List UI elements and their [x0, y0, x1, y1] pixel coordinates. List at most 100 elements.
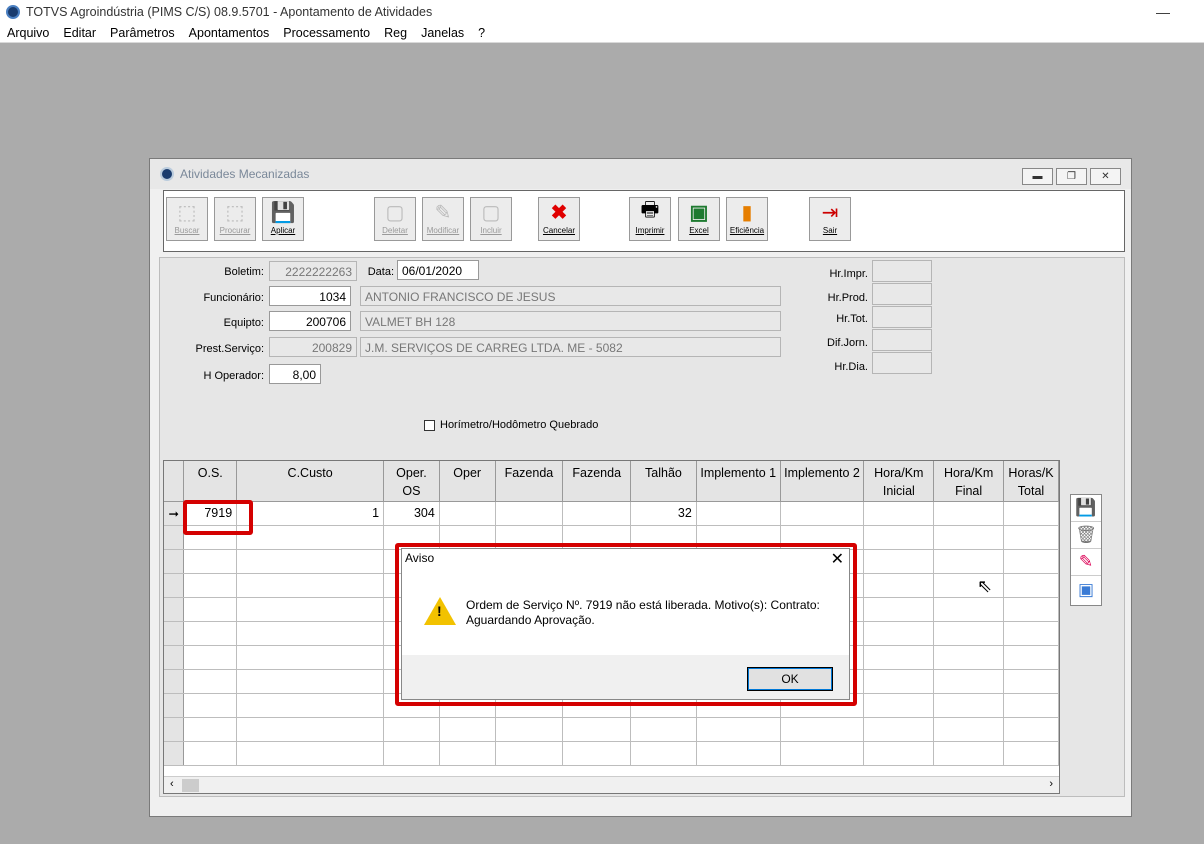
col-fazenda-1[interactable]: Fazenda: [495, 461, 564, 502]
grid-cell[interactable]: [863, 621, 935, 646]
grid-cell[interactable]: [236, 597, 385, 622]
grid-cell[interactable]: [183, 597, 238, 622]
grid-cell[interactable]: [1003, 525, 1059, 550]
col-hora-km-inicial[interactable]: Hora/Km Inicial: [863, 461, 935, 502]
grid-cell[interactable]: [236, 549, 385, 574]
scroll-right-icon[interactable]: ›: [1049, 778, 1053, 790]
grid-cell[interactable]: [439, 717, 496, 742]
grid-cell[interactable]: [439, 741, 496, 766]
grid-cell[interactable]: [183, 645, 238, 670]
grid-cell[interactable]: [495, 717, 564, 742]
grid-cell[interactable]: [1003, 669, 1059, 694]
grid-cell[interactable]: [696, 717, 781, 742]
menu-arquivo[interactable]: Arquivo: [7, 26, 49, 40]
imprimir-button[interactable]: 🖶 Imprimir: [629, 197, 671, 241]
grid-cell[interactable]: [236, 645, 385, 670]
col-talhao[interactable]: Talhão: [630, 461, 697, 502]
excel-button[interactable]: ▣ Excel: [678, 197, 720, 241]
grid-cell[interactable]: [863, 597, 935, 622]
grid-cell[interactable]: [933, 741, 1004, 766]
window-close-button[interactable]: ✕: [1090, 168, 1121, 185]
deletar-button[interactable]: ▢ Deletar: [374, 197, 416, 241]
eficiencia-button[interactable]: ▮ Eficiência: [726, 197, 768, 241]
grid-cell[interactable]: [863, 573, 935, 598]
window-minimize-button[interactable]: ▬: [1022, 168, 1053, 185]
grid-cell[interactable]: [863, 669, 935, 694]
grid-cell[interactable]: [933, 693, 1004, 718]
sair-button[interactable]: ⇥ Sair: [809, 197, 851, 241]
grid-clear-button[interactable]: ✎: [1071, 549, 1101, 576]
implemento-cell[interactable]: [780, 501, 865, 526]
grid-cell[interactable]: [933, 717, 1004, 742]
cancelar-button[interactable]: ✖ Cancelar: [538, 197, 580, 241]
grid-cell[interactable]: [1003, 645, 1059, 670]
col-hora-km-final[interactable]: Hora/Km Final: [933, 461, 1004, 502]
horimetro-checkbox[interactable]: Horímetro/Hodômetro Quebrado: [424, 419, 598, 431]
grid-cell[interactable]: [780, 717, 865, 742]
grid-cell[interactable]: [236, 525, 385, 550]
hora-km-cell[interactable]: [863, 501, 935, 526]
col-oper[interactable]: Oper: [439, 461, 496, 502]
horizontal-scrollbar[interactable]: ‹ ›: [164, 776, 1059, 793]
grid-cell[interactable]: [383, 717, 440, 742]
col-oper-os[interactable]: Oper. OS: [383, 461, 440, 502]
grid-cell[interactable]: [183, 669, 238, 694]
grid-cell[interactable]: [236, 669, 385, 694]
grid-cell[interactable]: [236, 573, 385, 598]
boletim-field[interactable]: 2222222263: [269, 261, 357, 281]
grid-cell[interactable]: [183, 693, 238, 718]
grid-cell[interactable]: [630, 741, 697, 766]
dialog-close-icon[interactable]: ✕: [831, 549, 844, 569]
grid-cell[interactable]: [1003, 573, 1059, 598]
menu-apontamentos[interactable]: Apontamentos: [189, 26, 270, 40]
funcionario-code-field[interactable]: 1034: [269, 286, 351, 306]
col-os[interactable]: O.S.: [183, 461, 238, 502]
ok-button[interactable]: OK: [747, 667, 833, 691]
col-horas-total[interactable]: Horas/K Total: [1003, 461, 1059, 502]
window-restore-button[interactable]: ❐: [1056, 168, 1087, 185]
col-fazenda-2[interactable]: Fazenda: [562, 461, 632, 502]
grid-cell[interactable]: [183, 741, 238, 766]
grid-cell[interactable]: [933, 621, 1004, 646]
implemento-cell[interactable]: [696, 501, 781, 526]
grid-cell[interactable]: [863, 645, 935, 670]
grid-cell[interactable]: [562, 741, 632, 766]
horas-total-cell[interactable]: [1003, 501, 1059, 526]
menu-help[interactable]: ?: [478, 26, 485, 40]
grid-new-button[interactable]: ▣: [1071, 576, 1101, 603]
menu-reg[interactable]: Reg: [384, 26, 407, 40]
grid-cell[interactable]: [863, 741, 935, 766]
grid-cell[interactable]: [933, 597, 1004, 622]
minimize-icon[interactable]: —: [1156, 4, 1170, 20]
aplicar-button[interactable]: 💾 Aplicar: [262, 197, 304, 241]
grid-cell[interactable]: [933, 645, 1004, 670]
scroll-left-icon[interactable]: ‹: [170, 778, 174, 790]
grid-cell[interactable]: [863, 525, 935, 550]
grid-cell[interactable]: [933, 525, 1004, 550]
buscar-button[interactable]: ⬚ Buscar: [166, 197, 208, 241]
grid-cell[interactable]: [183, 549, 238, 574]
oper-cell[interactable]: [439, 501, 496, 526]
prest-servico-code-field[interactable]: 200829: [269, 337, 357, 357]
grid-cell[interactable]: [495, 741, 564, 766]
grid-cell[interactable]: [1003, 741, 1059, 766]
grid-cell[interactable]: [780, 741, 865, 766]
grid-cell[interactable]: [933, 669, 1004, 694]
table-row[interactable]: [164, 741, 1059, 766]
grid-cell[interactable]: [1003, 621, 1059, 646]
grid-cell[interactable]: [933, 549, 1004, 574]
menu-janelas[interactable]: Janelas: [421, 26, 464, 40]
equipto-code-field[interactable]: 200706: [269, 311, 351, 331]
table-row[interactable]: [164, 717, 1059, 742]
checkbox-box[interactable]: [424, 419, 435, 431]
grid-cell[interactable]: [863, 717, 935, 742]
grid-cell[interactable]: [630, 717, 697, 742]
h-operador-field[interactable]: 8,00: [269, 364, 321, 384]
grid-cell[interactable]: [863, 693, 935, 718]
grid-cell[interactable]: [1003, 549, 1059, 574]
data-field[interactable]: 06/01/2020: [397, 260, 479, 280]
col-ccusto[interactable]: C.Custo: [236, 461, 385, 502]
grid-cell[interactable]: [696, 741, 781, 766]
grid-cell[interactable]: [1003, 597, 1059, 622]
col-implemento-1[interactable]: Implemento 1: [696, 461, 781, 502]
